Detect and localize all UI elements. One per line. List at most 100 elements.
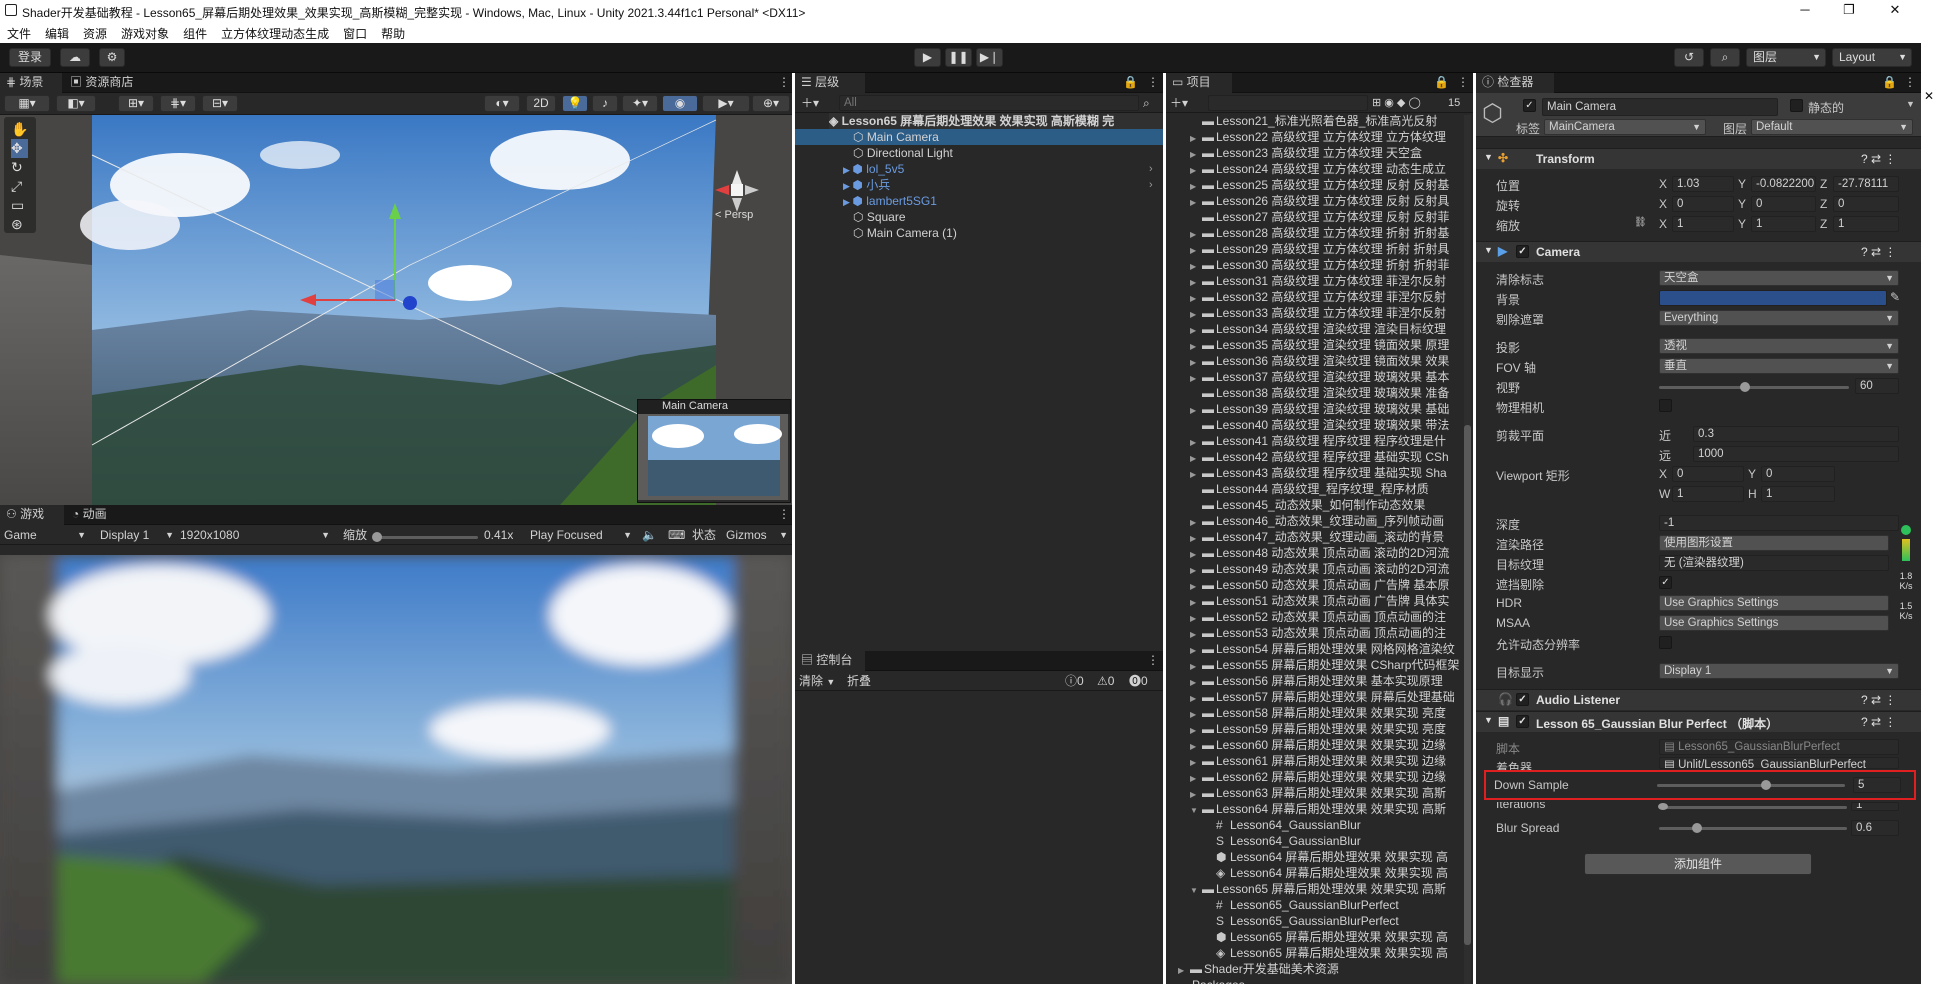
expand-arrow-icon[interactable]: ▼ (1190, 883, 1202, 897)
project-folder[interactable]: ▶ ▬ Lesson36 高级纹理 渲染纹理 镜面效果 效果 (1190, 353, 1462, 369)
keyboard-icon[interactable]: ⌨ (668, 527, 685, 543)
panel-menu-icon[interactable]: ⋮ (1451, 73, 1475, 93)
blur-spread-field[interactable]: 0.6 (1851, 820, 1899, 836)
hierarchy-item-minion[interactable]: ▶ ⬢ 小兵 (843, 177, 890, 193)
down-sample-slider-knob[interactable] (1761, 780, 1772, 790)
project-scrollbar[interactable] (1464, 115, 1471, 984)
add-icon[interactable]: ＋▾ (801, 95, 819, 111)
rotation-x-field[interactable]: 0 (1672, 196, 1734, 212)
project-folder[interactable]: ▶ ▬ Lesson60 屏幕后期处理效果 效果实现 边缘 (1190, 737, 1462, 753)
panel-menu-icon[interactable]: ⋮ (772, 505, 796, 525)
audio-icon[interactable]: ♪ (592, 95, 618, 112)
scrollbar-thumb[interactable] (1464, 425, 1471, 945)
scale-slider[interactable] (374, 536, 478, 539)
step-button[interactable]: ▶❘ (976, 48, 1003, 67)
project-folder[interactable]: ▶ ▬ Lesson63 屏幕后期处理效果 效果实现 高斯 (1190, 785, 1462, 801)
game-viewport[interactable] (0, 555, 792, 984)
persp-label[interactable]: < Persp (715, 209, 753, 221)
iterations-slider-knob[interactable] (1657, 803, 1668, 810)
tab-game[interactable]: ⚇ 游戏 (0, 505, 64, 525)
rotation-y-field[interactable]: 0 (1751, 196, 1816, 212)
project-folder[interactable]: ▶▬Packages (1166, 977, 1462, 984)
viewport-w-field[interactable]: 1 (1672, 486, 1744, 502)
hierarchy-item-lol[interactable]: ▶ ⬢ lol_5v5 (843, 161, 904, 177)
close-icon[interactable]: ✕ (1924, 89, 1934, 103)
grid-snap-icon[interactable]: ⋕▾ (160, 95, 196, 112)
project-folder[interactable]: ▶ ▬ Lesson34 高级纹理 渲染纹理 渲染目标纹理 (1190, 321, 1462, 337)
project-folder[interactable]: ▶ ▬ Lesson22 高级纹理 立方体纹理 立方体纹理 (1190, 129, 1462, 145)
expand-arrow-icon[interactable]: ▶ (1190, 739, 1202, 753)
tab-animation[interactable]: ◔ 动画 (66, 505, 113, 525)
expand-arrow-icon[interactable]: ▶ (1190, 339, 1202, 353)
target-display-dropdown[interactable]: Display 1 ▼ (1659, 663, 1899, 679)
tab-project[interactable]: ▭ 项目 (1166, 73, 1232, 93)
expand-arrow-icon[interactable]: ▶ (1190, 659, 1202, 673)
viewport-h-field[interactable]: 1 (1761, 486, 1835, 502)
rendering-path-dropdown[interactable]: 使用图形设置 (1659, 535, 1889, 551)
expand-arrow-icon[interactable]: ▶ (1190, 371, 1202, 385)
scale-tool-icon[interactable]: ⤢ (11, 177, 28, 196)
project-folder[interactable]: ▶ ▬ Lesson33 高级纹理 立方体纹理 菲涅尔反射 (1190, 305, 1462, 321)
project-folder[interactable]: ▶ ▬ Lesson53 动态效果 顶点动画 顶点动画的注 (1190, 625, 1462, 641)
menu-cubemap[interactable]: 立方体纹理动态生成 (214, 22, 336, 42)
hierarchy-item-main-camera-1[interactable]: ⬡ Main Camera (1) (853, 225, 957, 241)
component-icons[interactable]: ? ⇄ ⋮ (1861, 152, 1896, 166)
expand-arrow-icon[interactable]: ▶ (1190, 707, 1202, 721)
expand-arrow-icon[interactable]: ▶ (1190, 691, 1202, 705)
iterations-slider[interactable] (1659, 806, 1847, 809)
scale-x-field[interactable]: 1 (1672, 216, 1734, 232)
project-asset[interactable]: ⬢ Lesson64 屏幕后期处理效果 效果实现 高 (1204, 849, 1462, 865)
panel-menu-icon[interactable]: ⋮ (1898, 73, 1922, 93)
project-folder[interactable]: ▶ ▬ Lesson29 高级纹理 立方体纹理 折射 折射具 (1190, 241, 1462, 257)
tab-hierarchy[interactable]: ☰ 层级 (795, 73, 865, 93)
chevron-right-icon[interactable]: › (1149, 177, 1153, 193)
resolution-dropdown[interactable]: 1920x1080 ▼ (180, 527, 332, 543)
expand-arrow-icon[interactable]: ▶ (1190, 467, 1202, 481)
warning-toggle[interactable]: ⚠0 (1097, 673, 1114, 689)
expand-arrow-icon[interactable]: ▶ (1190, 771, 1202, 785)
fov-slider[interactable] (1659, 386, 1849, 389)
eyedropper-icon[interactable]: ✎ (1890, 290, 1900, 304)
far-field[interactable]: 1000 (1693, 446, 1899, 462)
scene-viewport[interactable]: ✋ ✥ ↻ ⤢ ▭ ⊛ < Persp Main Camera (0, 115, 792, 505)
culling-mask-dropdown[interactable]: Everything ▼ (1659, 310, 1899, 326)
expand-arrow-icon[interactable]: ▶ (1190, 755, 1202, 769)
hidden-objects-icon[interactable]: ◉ (662, 95, 698, 112)
project-folder[interactable]: ▼ ▬ Lesson65 屏幕后期处理效果 效果实现 高斯 (1190, 881, 1462, 897)
physical-camera-checkbox[interactable] (1659, 399, 1672, 412)
expand-arrow-icon[interactable]: ▼ (1190, 803, 1202, 817)
msaa-dropdown[interactable]: Use Graphics Settings (1659, 615, 1889, 631)
expand-arrow-icon[interactable]: ▼ (1484, 245, 1493, 255)
gizmos-icon[interactable]: ⊕▾ (752, 95, 790, 112)
menu-help[interactable]: 帮助 (374, 22, 412, 42)
project-folder[interactable]: ▶ ▬ Lesson62 屏幕后期处理效果 效果实现 边缘 (1190, 769, 1462, 785)
hierarchy-item-lambert[interactable]: ▶ ⬢ lambert5SG1 (843, 193, 937, 209)
layout-dropdown[interactable]: Layout ▼ (1832, 48, 1912, 67)
gizmos-dropdown[interactable]: Gizmos ▼ (726, 527, 790, 543)
expand-arrow-icon[interactable]: ▶ (1190, 307, 1202, 321)
down-sample-slider[interactable] (1657, 784, 1845, 787)
blur-spread-slider[interactable] (1659, 827, 1847, 830)
project-asset[interactable]: S Lesson65_GaussianBlurPerfect (1204, 913, 1462, 929)
tab-asset-store[interactable]: ▣ 资源商店 (64, 73, 139, 93)
toggle-2d-button[interactable]: 2D (526, 95, 556, 112)
clear-button[interactable]: 清除 ▼ (799, 673, 835, 689)
expand-arrow-icon[interactable]: ▶ (1190, 563, 1202, 577)
camera-settings-icon[interactable]: ▶▾ (702, 95, 750, 112)
viewport-x-field[interactable]: 0 (1672, 466, 1744, 482)
layer-dropdown[interactable]: Default ▼ (1751, 119, 1913, 135)
project-asset[interactable]: ◈ Lesson65 屏幕后期处理效果 效果实现 高 (1204, 945, 1462, 961)
project-folder[interactable]: ▬ Lesson44 高级纹理_程序纹理_程序材质 (1190, 481, 1462, 497)
link-icon[interactable]: ⛓ (1634, 217, 1647, 228)
audio-listener-enabled-checkbox[interactable]: ✓ (1516, 693, 1529, 706)
expand-arrow-icon[interactable]: ▶ (1190, 579, 1202, 593)
menu-file[interactable]: 文件 (0, 22, 38, 42)
effects-icon[interactable]: ✦▾ (622, 95, 658, 112)
menu-gameobject[interactable]: 游戏对象 (114, 22, 176, 42)
expand-arrow-icon[interactable]: ▶ (1190, 451, 1202, 465)
menu-component[interactable]: 组件 (176, 22, 214, 42)
scale-y-field[interactable]: 1 (1751, 216, 1816, 232)
search-icon[interactable]: ⌕ (1710, 48, 1740, 67)
move-tool-icon[interactable]: ✥ (11, 139, 29, 158)
project-folder[interactable]: ▬ Lesson38 高级纹理 渲染纹理 玻璃效果 准备 (1190, 385, 1462, 401)
